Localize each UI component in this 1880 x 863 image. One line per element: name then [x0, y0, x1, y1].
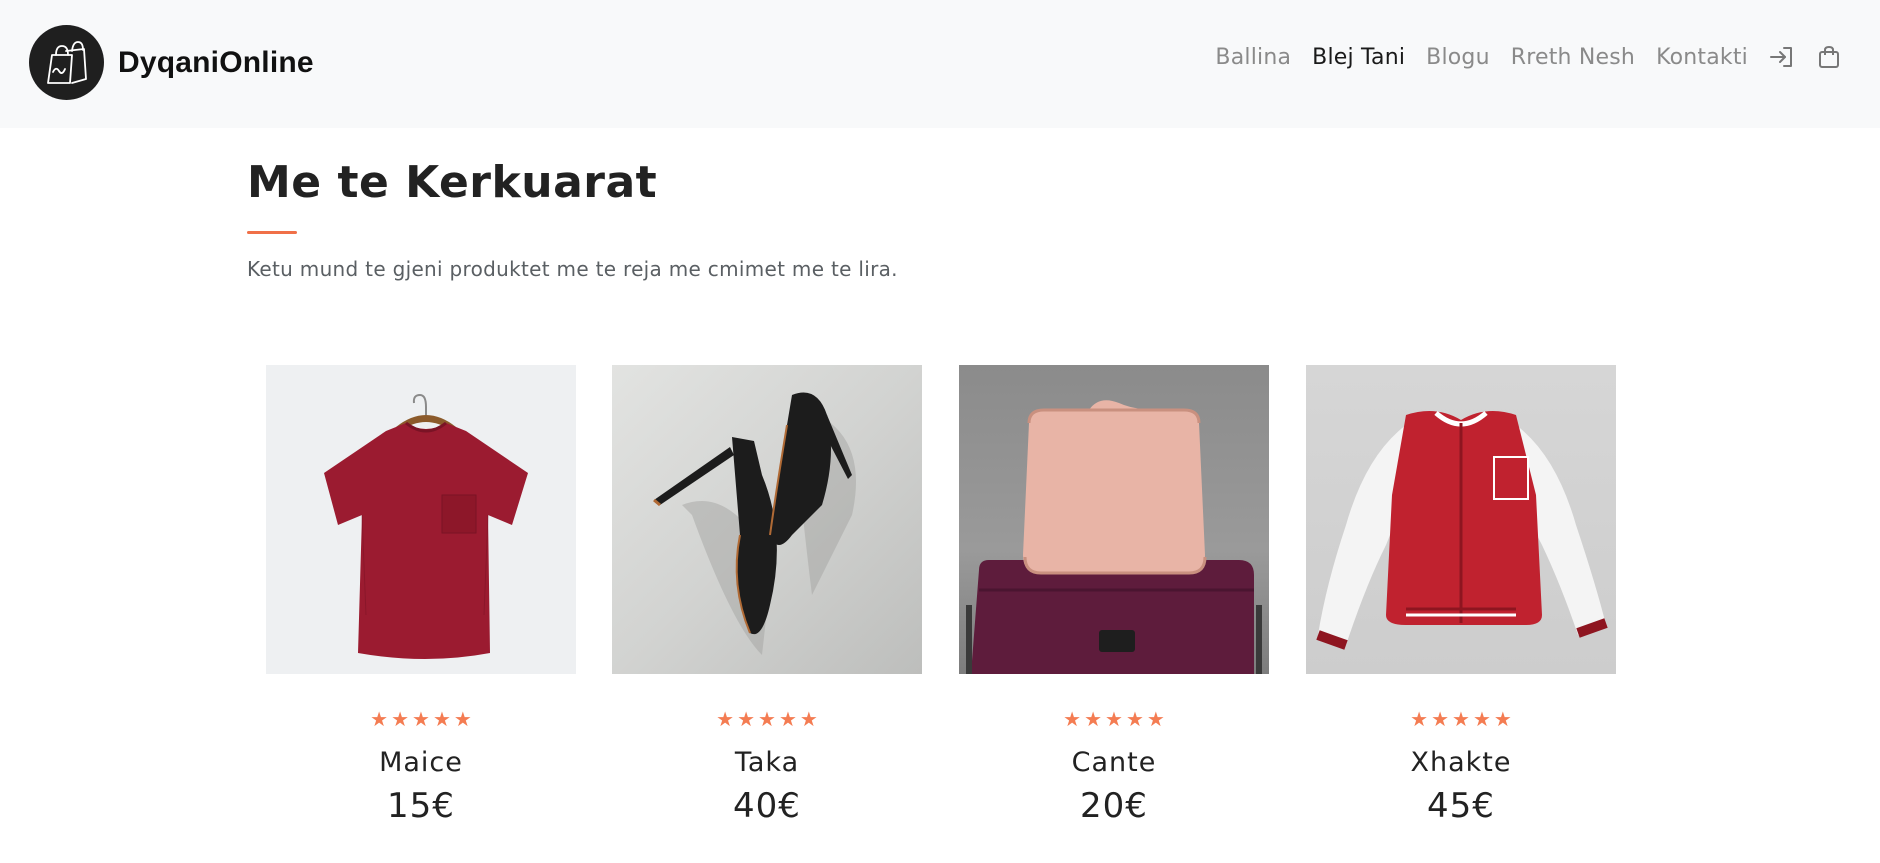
product-price: 40€ — [733, 786, 801, 826]
product-image-heels[interactable] — [612, 365, 922, 674]
star-icon: ★ — [716, 709, 735, 731]
product-card: ★ ★ ★ ★ ★ Taka 40€ — [612, 365, 922, 826]
rating-stars: ★ ★ ★ ★ ★ — [612, 710, 922, 730]
product-image-tshirt[interactable] — [266, 365, 576, 674]
star-icon: ★ — [370, 709, 389, 731]
navbar: DyqaniOnline Ballina Blej Tani Blogu Rre… — [0, 0, 1880, 128]
product-price: 15€ — [387, 786, 455, 826]
star-icon: ★ — [453, 709, 472, 731]
star-icon: ★ — [1084, 709, 1103, 731]
product-card: ★ ★ ★ ★ ★ Xhakte 45€ — [1306, 365, 1616, 826]
shopping-bag-icon — [29, 25, 104, 100]
star-icon: ★ — [1472, 709, 1491, 731]
section-title: Me te Kerkuarat — [247, 157, 658, 208]
star-icon: ★ — [412, 709, 430, 731]
cart-bag-icon[interactable] — [1816, 44, 1842, 70]
product-name[interactable]: Cante — [959, 747, 1269, 778]
star-icon: ★ — [758, 709, 776, 731]
product-name[interactable]: Maice — [266, 747, 576, 778]
rating-stars: ★ ★ ★ ★ ★ — [959, 710, 1269, 730]
product-name[interactable]: Xhakte — [1306, 747, 1616, 778]
nav-link-blej-tani[interactable]: Blej Tani — [1312, 45, 1405, 70]
star-icon: ★ — [1105, 709, 1123, 731]
product-image-bag[interactable] — [959, 365, 1269, 674]
nav-link-ballina[interactable]: Ballina — [1215, 45, 1291, 70]
nav-link-kontakti[interactable]: Kontakti — [1656, 45, 1748, 70]
star-icon: ★ — [1063, 709, 1082, 731]
product-card: ★ ★ ★ ★ ★ Cante 20€ — [959, 365, 1269, 826]
star-icon: ★ — [1146, 709, 1165, 731]
nav-link-rreth-nesh[interactable]: Rreth Nesh — [1511, 45, 1635, 70]
main-nav: Ballina Blej Tani Blogu Rreth Nesh Konta… — [1194, 44, 1842, 70]
product-price: 20€ — [1080, 786, 1148, 826]
star-icon: ★ — [1125, 709, 1144, 731]
product-price: 45€ — [1427, 786, 1495, 826]
star-icon: ★ — [1452, 709, 1470, 731]
star-icon: ★ — [1410, 709, 1429, 731]
rating-stars: ★ ★ ★ ★ ★ — [1306, 710, 1616, 730]
title-underline — [247, 231, 297, 234]
star-icon: ★ — [391, 709, 410, 731]
star-icon: ★ — [778, 709, 797, 731]
section-subtitle: Ketu mund te gjeni produktet me te reja … — [247, 257, 898, 281]
product-image-jacket[interactable] — [1306, 365, 1616, 674]
star-icon: ★ — [737, 709, 756, 731]
nav-link-blogu[interactable]: Blogu — [1426, 45, 1490, 70]
product-name[interactable]: Taka — [612, 747, 922, 778]
star-icon: ★ — [799, 709, 818, 731]
product-card: ★ ★ ★ ★ ★ Maice 15€ — [266, 365, 576, 826]
star-icon: ★ — [1431, 709, 1450, 731]
rating-stars: ★ ★ ★ ★ ★ — [266, 710, 576, 730]
star-icon: ★ — [432, 709, 451, 731]
login-icon[interactable] — [1769, 44, 1795, 70]
brand-name: DyqaniOnline — [118, 45, 314, 79]
star-icon: ★ — [1493, 709, 1512, 731]
brand[interactable]: DyqaniOnline — [29, 25, 314, 100]
